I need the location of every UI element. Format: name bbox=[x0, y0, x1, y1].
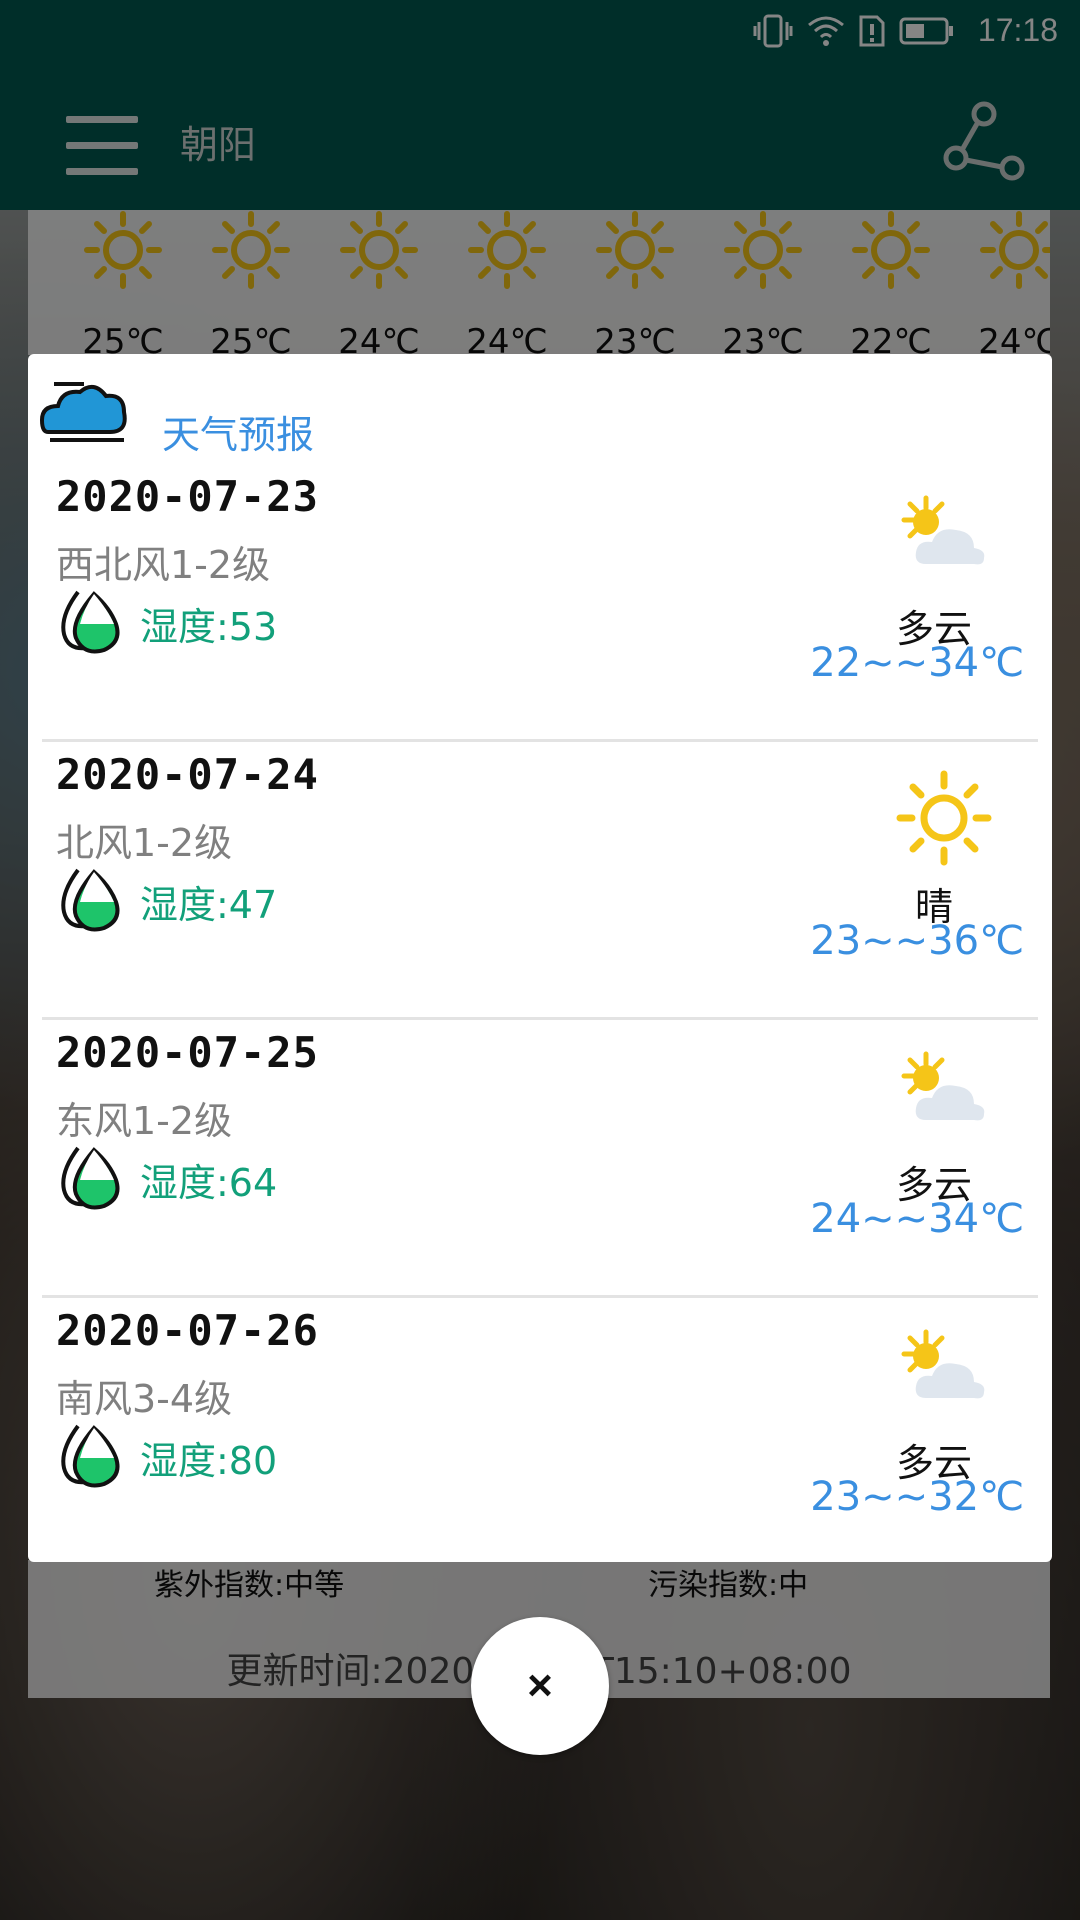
humidity-drop-icon bbox=[61, 868, 120, 932]
forecast-humidity: 湿度:53 bbox=[140, 605, 278, 649]
sun-icon bbox=[896, 770, 992, 866]
forecast-day: 2020-07-26 南风3-4级 湿度:80 多云 23~~32℃ bbox=[42, 1298, 1038, 1576]
forecast-humidity: 湿度:64 bbox=[140, 1161, 278, 1205]
forecast-date: 2020-07-23 bbox=[56, 472, 319, 521]
forecast-temp-range: 24~~34℃ bbox=[810, 1196, 1024, 1242]
forecast-wind: 西北风1-2级 bbox=[56, 543, 271, 587]
forecast-date: 2020-07-25 bbox=[56, 1028, 319, 1077]
forecast-date: 2020-07-26 bbox=[56, 1306, 319, 1355]
partly-cloudy-icon bbox=[901, 495, 985, 565]
partly-cloudy-icon bbox=[901, 1329, 985, 1399]
forecast-humidity: 湿度:80 bbox=[140, 1439, 278, 1483]
forecast-day: 2020-07-24 北风1-2级 湿度:47 晴 23~~36℃ bbox=[42, 742, 1038, 1020]
forecast-wind: 东风1-2级 bbox=[56, 1099, 233, 1143]
forecast-day: 2020-07-23 西北风1-2级 湿度:53 多云 22~~34℃ bbox=[42, 464, 1038, 742]
forecast-day: 2020-07-25 东风1-2级 湿度:64 多云 24~~34℃ bbox=[42, 1020, 1038, 1298]
humidity-drop-icon bbox=[61, 590, 120, 654]
forecast-date: 2020-07-24 bbox=[56, 750, 319, 799]
forecast-temp-range: 23~~36℃ bbox=[810, 918, 1024, 964]
forecast-temp-range: 23~~32℃ bbox=[810, 1474, 1024, 1520]
forecast-wind: 南风3-4级 bbox=[56, 1377, 233, 1421]
close-dialog-button[interactable]: × bbox=[471, 1617, 609, 1755]
cloud-icon bbox=[40, 382, 127, 442]
forecast-wind: 北风1-2级 bbox=[56, 821, 233, 865]
forecast-temp-range: 22~~34℃ bbox=[810, 640, 1024, 686]
forecast-humidity: 湿度:47 bbox=[140, 883, 278, 927]
forecast-dialog: 天气预报 2020-07-23 西北风1-2级 湿度:53 多云 22~~34℃… bbox=[28, 354, 1052, 1562]
dialog-header: 天气预报 bbox=[40, 376, 640, 457]
dialog-title: 天气预报 bbox=[162, 415, 315, 457]
humidity-drop-icon bbox=[61, 1146, 120, 1210]
partly-cloudy-icon bbox=[901, 1051, 985, 1121]
humidity-drop-icon bbox=[61, 1424, 120, 1488]
